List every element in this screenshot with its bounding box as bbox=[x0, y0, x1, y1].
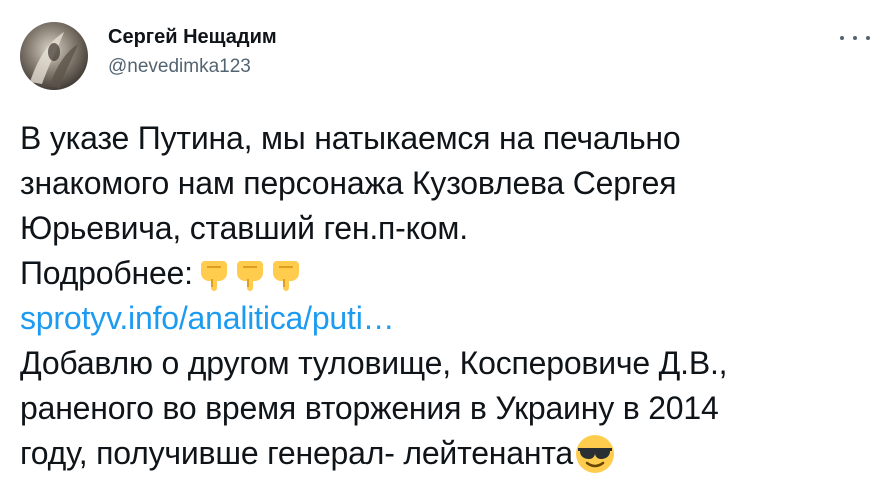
tweet-line: Добавлю о другом туловище, Косперовиче Д… bbox=[20, 345, 728, 381]
tweet-line: знакомого нам персонажа Кузовлева Сергея bbox=[20, 165, 677, 201]
sunglasses-icon bbox=[575, 434, 615, 474]
more-dot bbox=[853, 36, 857, 40]
tweet: Сергей Нещадим @nevedimka123 В указе Пут… bbox=[0, 0, 888, 482]
tweet-link-line: sprotyv.info/analitica/puti… bbox=[20, 296, 870, 341]
author-block: Сергей Нещадим @nevedimka123 bbox=[108, 24, 277, 80]
tweet-line: В указе Путина, мы натыкаемся на печальн… bbox=[20, 120, 681, 156]
tweet-link[interactable]: sprotyv.info/analitica/puti… bbox=[20, 300, 395, 336]
pointing-down-icon bbox=[199, 257, 229, 291]
author-display-name[interactable]: Сергей Нещадим bbox=[108, 24, 277, 50]
more-dot bbox=[840, 36, 844, 40]
tweet-line: году, получивше генерал- лейтенанта bbox=[20, 435, 574, 471]
avatar[interactable] bbox=[20, 22, 88, 90]
tweet-line: раненого во время вторжения в Украину в … bbox=[20, 390, 719, 426]
pointing-down-icon bbox=[271, 257, 301, 291]
tweet-line: Юрьевича, ставший ген.п-ком. bbox=[20, 210, 468, 246]
tweet-line-with-emoji: Подробнее: bbox=[20, 251, 870, 296]
pointing-down-icon bbox=[235, 257, 265, 291]
more-options-icon[interactable] bbox=[840, 30, 870, 46]
tweet-line-with-emoji: году, получивше генерал- лейтенанта bbox=[20, 431, 870, 476]
more-dot bbox=[866, 36, 870, 40]
author-handle[interactable]: @nevedimka123 bbox=[108, 54, 277, 80]
tweet-line: Подробнее: bbox=[20, 255, 193, 291]
tweet-text: В указе Путина, мы натыкаемся на печальн… bbox=[20, 116, 870, 476]
